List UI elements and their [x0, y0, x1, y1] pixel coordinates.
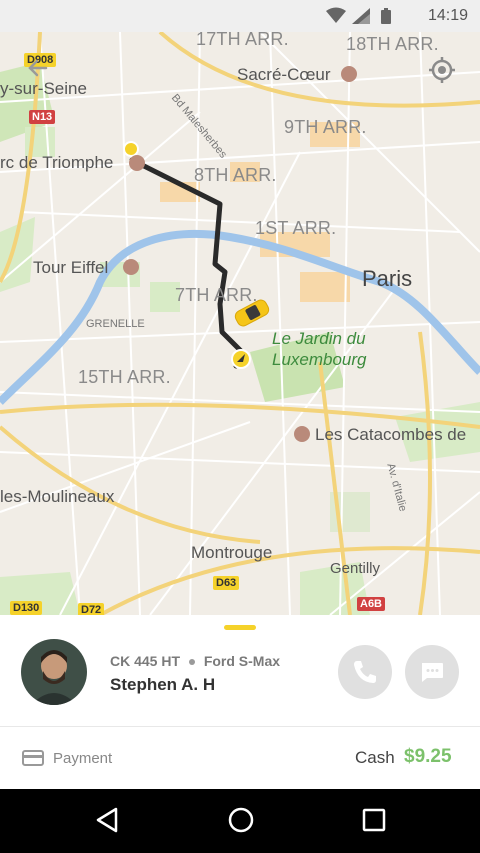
map-label-18th-arr: 18TH ARR.: [346, 34, 439, 54]
system-nav-bar: [0, 789, 480, 853]
call-driver-button[interactable]: [338, 645, 392, 699]
map-label-9th-arr: 9TH ARR.: [284, 117, 367, 137]
status-icons: [326, 7, 391, 24]
payment-method: Cash: [355, 748, 395, 767]
map-label-catacombes: Les Catacombes de: [315, 425, 467, 444]
map-label-tour-eiffel: Tour Eiffel: [33, 258, 109, 277]
vehicle-info: CK 445 HT Ford S-Max: [110, 653, 280, 669]
road-badge-d63: D63: [213, 576, 240, 590]
home-circle-icon: [228, 807, 254, 833]
nav-back-button[interactable]: [94, 805, 120, 840]
license-plate: CK 445 HT: [110, 653, 181, 669]
map-label-grenelle: GRENELLE: [86, 318, 145, 330]
map-label-paris: Paris: [362, 266, 413, 291]
origin-pin: [123, 141, 139, 157]
chat-icon: [422, 663, 443, 682]
ride-info-sheet: CK 445 HT Ford S-Max Stephen A. H Paymen…: [0, 615, 480, 789]
map-label-17th-arr: 17TH ARR.: [196, 32, 289, 49]
triangle-back-icon: [96, 807, 118, 833]
road-badge-n13: N13: [29, 110, 56, 124]
status-time: 14:19: [427, 7, 468, 24]
car-model: Ford S-Max: [203, 653, 281, 669]
payment-button[interactable]: [22, 749, 44, 772]
my-location-icon: [429, 57, 455, 83]
wifi-icon: [326, 7, 346, 23]
map-label-1st-arr: 1ST ARR.: [255, 218, 337, 238]
map-label-jardin-2: Luxembourg: [272, 350, 367, 369]
map-view[interactable]: 17TH ARR. 18TH ARR. Sacré-Cœur y-sur-Sei…: [0, 32, 480, 615]
map-label-8th-arr: 8TH ARR.: [194, 165, 277, 185]
map-canvas: [0, 32, 480, 615]
map-label-7th-arr: 7TH ARR.: [175, 285, 258, 305]
map-label-arc-de-triomphe: rc de Triomphe: [0, 153, 114, 172]
my-location-button[interactable]: [428, 56, 456, 84]
map-label-montrouge: Montrouge: [191, 543, 273, 562]
road-badge-d72: D72: [78, 603, 105, 615]
driver-name: Stephen A. H: [110, 675, 216, 694]
credit-card-icon: [22, 750, 44, 766]
map-label-sur-seine: y-sur-Seine: [0, 79, 87, 98]
map-label-sacre-coeur: Sacré-Cœur: [237, 65, 331, 84]
arrow-back-icon: [28, 59, 48, 77]
road-badge-d130: D130: [10, 601, 43, 615]
separator-dot: [188, 659, 195, 666]
payment-label[interactable]: Payment: [53, 750, 112, 767]
phone-icon: [354, 661, 376, 683]
sheet-drag-handle[interactable]: [224, 625, 256, 630]
back-button[interactable]: [26, 56, 50, 80]
map-label-jardin-1: Le Jardin du: [272, 329, 366, 348]
nav-home-button[interactable]: [226, 805, 256, 840]
status-bar: 14:19: [0, 0, 480, 32]
map-label-gentilly: Gentilly: [330, 560, 381, 577]
map-label-moulineaux: les-Moulineaux: [0, 487, 115, 506]
fare-amount: $9.25: [404, 746, 452, 767]
nav-recents-button[interactable]: [360, 805, 388, 840]
driver-avatar: [21, 639, 87, 705]
square-recents-icon: [362, 808, 386, 832]
message-driver-button[interactable]: [405, 645, 459, 699]
divider: [0, 726, 480, 727]
map-label-15th-arr: 15TH ARR.: [78, 367, 171, 387]
road-badge-a6b: A6B: [357, 597, 386, 611]
battery-icon: [381, 10, 391, 24]
